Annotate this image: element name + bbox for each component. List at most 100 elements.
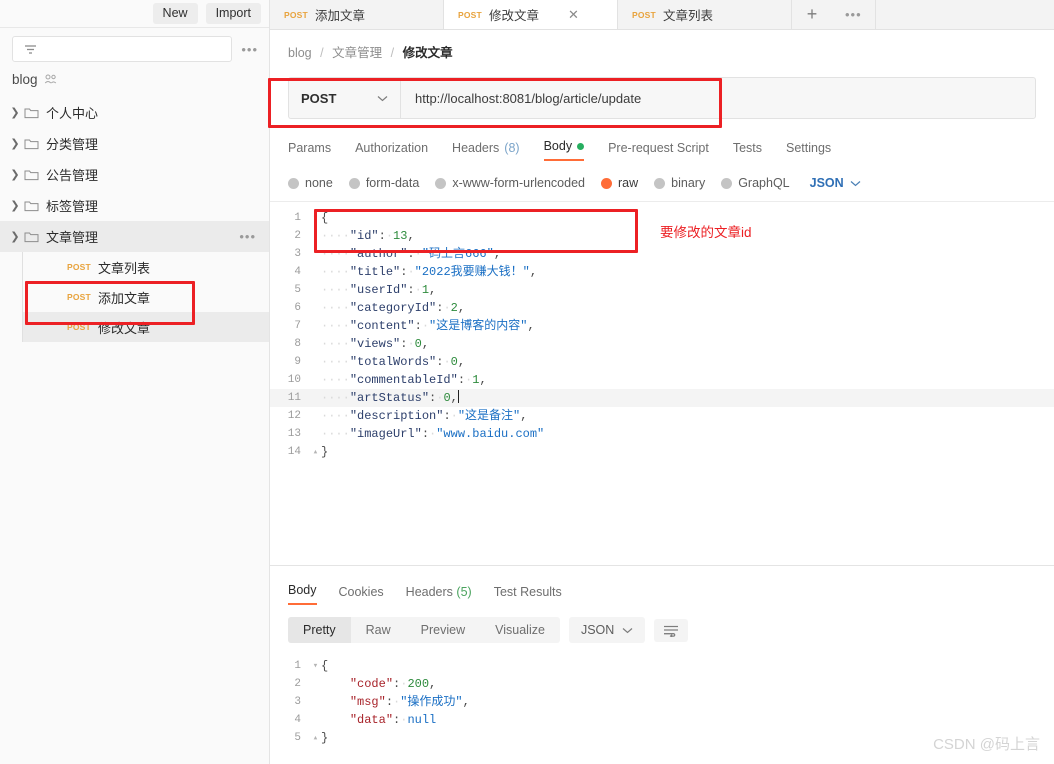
view-preview[interactable]: Preview — [406, 617, 480, 643]
sidebar-folder-notice[interactable]: ❯ 公告管理 — [0, 159, 269, 190]
wrap-lines-button[interactable] — [654, 618, 689, 642]
response-tab-body[interactable]: Body — [288, 583, 317, 605]
code-text: ····"commentableId":·1, — [321, 373, 487, 387]
view-pretty[interactable]: Pretty — [288, 617, 351, 643]
code-line: 12 ····"description":·"这是备注", — [270, 407, 1054, 425]
response-format-select[interactable]: JSON — [568, 617, 646, 643]
request-label: 文章列表 — [97, 260, 150, 276]
radio-icon — [721, 177, 733, 189]
sidebar-request-article-list[interactable]: POST 文章列表 — [22, 252, 269, 282]
tab-article-update[interactable]: POST 修改文章 ✕ — [444, 0, 618, 29]
workspace-row: blog — [0, 68, 269, 97]
view-visualize[interactable]: Visualize — [480, 617, 560, 643]
fold-toggle-icon[interactable]: ▴ — [310, 729, 321, 747]
breadcrumb-root[interactable]: blog — [288, 46, 312, 60]
sidebar-folder-article[interactable]: ❯ 文章管理 ••• — [0, 221, 269, 252]
import-button[interactable]: Import — [205, 3, 261, 24]
sidebar-filter-row: ••• — [0, 28, 269, 68]
body-type-graphql[interactable]: GraphQL — [721, 176, 790, 190]
tab-label: Params — [288, 141, 332, 155]
request-body-editor[interactable]: 1 ▾{2 ····"id":·13, 3 ····"author":·"码上言666"… — [270, 201, 1054, 546]
code-line: 2 "code":·200, — [270, 675, 1054, 693]
method-select[interactable]: POST — [288, 77, 400, 119]
tab-body[interactable]: Body — [543, 139, 585, 161]
method-badge: POST — [284, 9, 308, 20]
code-text: ····"imageUrl":·"www.baidu.com" — [321, 427, 545, 441]
body-format-select[interactable]: JSON — [810, 176, 861, 190]
sidebar-folder-personal[interactable]: ❯ 个人中心 — [0, 97, 269, 128]
chevron-right-icon: ❯ — [10, 169, 20, 181]
line-number: 4 — [294, 714, 301, 726]
radio-label: raw — [618, 176, 639, 190]
fold-toggle-icon[interactable]: ▾ — [310, 209, 321, 227]
workspace-name: blog — [12, 72, 38, 87]
line-number: 7 — [294, 320, 301, 332]
folder-more-icon[interactable]: ••• — [236, 229, 259, 244]
code-text: { — [321, 211, 329, 225]
team-icon — [44, 74, 56, 84]
sidebar-folder-category[interactable]: ❯ 分类管理 — [0, 128, 269, 159]
code-line: 13 ····"imageUrl":·"www.baidu.com" — [270, 425, 1054, 443]
tab-params[interactable]: Params — [288, 141, 331, 161]
code-line: 4 "data":·null — [270, 711, 1054, 729]
response-tab-cookies[interactable]: Cookies — [339, 585, 384, 605]
response-headers-count: (5) — [456, 585, 472, 599]
code-text: ····"id":·13, — [321, 229, 415, 243]
code-text: ····"title":·"2022我要赚大钱！", — [321, 265, 538, 279]
breadcrumb-folder[interactable]: 文章管理 — [332, 46, 382, 60]
fold-toggle-icon[interactable]: ▴ — [310, 443, 321, 461]
sidebar-folder-tag[interactable]: ❯ 标签管理 — [0, 190, 269, 221]
view-raw[interactable]: Raw — [351, 617, 406, 643]
code-line: 10 ····"commentableId":·1, — [270, 371, 1054, 389]
folder-icon — [24, 168, 46, 181]
search-input[interactable] — [12, 36, 233, 62]
tab-pre-request-script[interactable]: Pre-request Script — [608, 141, 709, 161]
sidebar-request-article-update[interactable]: POST 修改文章 — [22, 312, 269, 342]
response-view-controls: Pretty Raw Preview Visualize JSON — [288, 617, 1036, 643]
code-text: ····"artStatus":·0, — [321, 390, 459, 405]
body-format-value: JSON — [809, 176, 844, 190]
tab-headers[interactable]: Headers (8) — [452, 141, 520, 161]
breadcrumb-current[interactable]: 修改文章 — [403, 46, 453, 60]
body-type-none[interactable]: none — [288, 176, 333, 190]
code-text: ····"totalWords":·0, — [321, 355, 466, 369]
folder-label: 分类管理 — [46, 137, 99, 152]
code-line: 3 ····"author":·"码上言666", — [270, 245, 1054, 263]
code-line: 1 ▾{ — [270, 657, 1054, 675]
body-type-form-data[interactable]: form-data — [348, 176, 419, 190]
tab-authorization[interactable]: Authorization — [355, 141, 428, 161]
tab-article-add[interactable]: POST 添加文章 — [270, 0, 444, 29]
radio-icon — [288, 177, 299, 189]
sidebar-more-icon[interactable]: ••• — [238, 42, 261, 57]
response-tab-headers[interactable]: Headers (5) — [406, 585, 472, 605]
code-line: 7 ····"content":·"这是博客的内容", — [270, 317, 1054, 335]
tab-tests[interactable]: Tests — [733, 141, 762, 161]
tab-article-list[interactable]: POST 文章列表 — [618, 0, 792, 29]
line-number: 11 — [270, 389, 310, 407]
request-label: 添加文章 — [97, 290, 150, 306]
response-tab-test-results[interactable]: Test Results — [494, 585, 562, 605]
close-icon[interactable]: ✕ — [568, 8, 579, 21]
tab-settings[interactable]: Settings — [786, 141, 831, 161]
sidebar-request-article-add[interactable]: POST 添加文章 — [22, 282, 269, 312]
radio-label: x-www-form-urlencoded — [452, 176, 585, 190]
url-input[interactable]: http://localhost:8081/blog/article/updat… — [400, 77, 1036, 119]
new-tab-button[interactable]: + — [792, 0, 832, 29]
line-number: 3 — [294, 696, 301, 708]
new-button[interactable]: New — [152, 3, 198, 24]
folder-label: 公告管理 — [46, 168, 99, 183]
folder-label: 文章管理 — [46, 230, 99, 245]
method-badge: POST — [632, 9, 656, 20]
body-type-raw[interactable]: raw — [601, 176, 638, 190]
body-type-urlencoded[interactable]: x-www-form-urlencoded — [435, 176, 585, 190]
body-type-binary[interactable]: binary — [654, 176, 705, 190]
tabs-more-icon[interactable]: ••• — [832, 0, 876, 29]
fold-toggle-icon[interactable]: ▾ — [310, 657, 321, 675]
code-text: ····"views":·0, — [321, 337, 430, 351]
method-badge: POST — [67, 322, 91, 332]
line-number: 13 — [287, 428, 301, 440]
folder-icon — [24, 230, 46, 243]
tab-label: Pre-request Script — [608, 141, 709, 155]
request-pane: blog / 文章管理 / 修改文章 POST http://localhost… — [270, 30, 1054, 764]
line-number: 2 — [294, 678, 301, 690]
